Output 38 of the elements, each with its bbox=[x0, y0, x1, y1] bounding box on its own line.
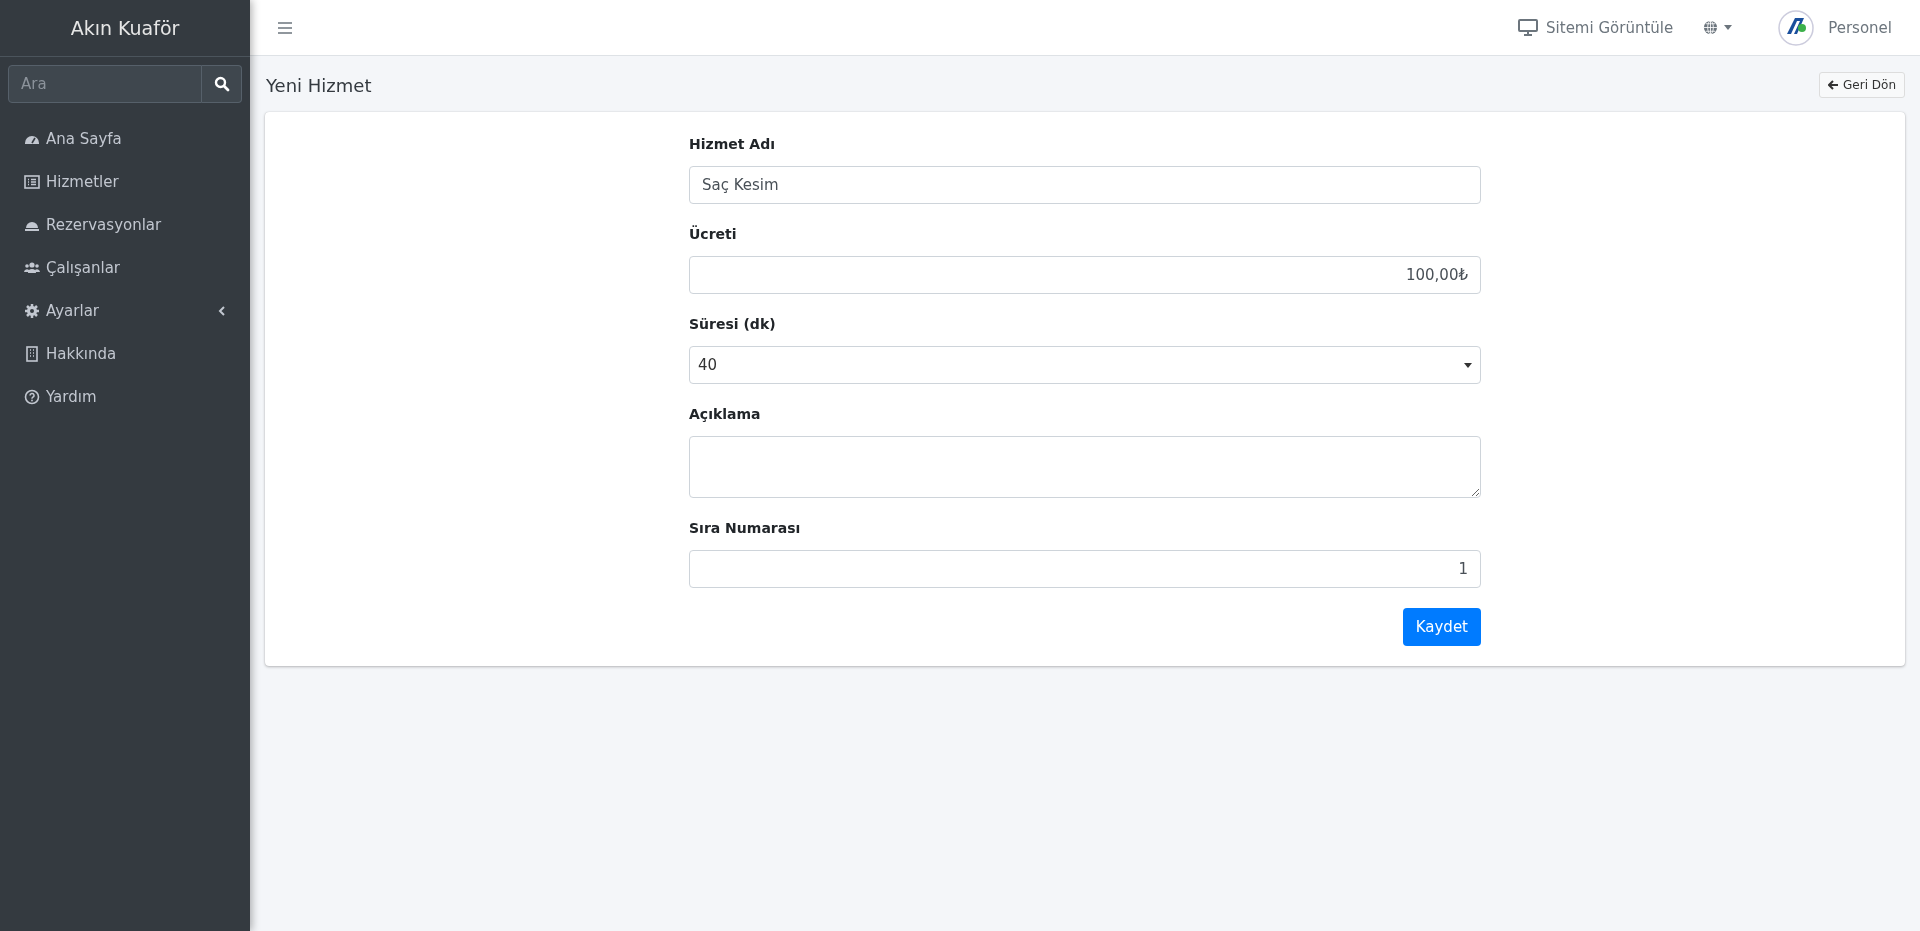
logo-avatar-icon bbox=[1778, 9, 1815, 46]
gear-icon bbox=[24, 302, 40, 319]
nav-item[interactable]: Yardım bbox=[8, 375, 242, 418]
nav-item[interactable]: Ana Sayfa bbox=[8, 117, 242, 160]
caret-icon bbox=[1724, 25, 1733, 30]
field-label: Hizmet Adı bbox=[689, 136, 776, 152]
search-field[interactable]: Ara bbox=[8, 65, 202, 103]
nav-item[interactable]: Ayarlar bbox=[8, 289, 242, 332]
building-icon bbox=[24, 345, 40, 362]
input-field[interactable]: 100,00₺ bbox=[689, 256, 1481, 294]
field-label: Süresi (dk) bbox=[689, 316, 777, 332]
field-label: Sıra Numarası bbox=[689, 520, 802, 536]
chevron-icon bbox=[218, 305, 226, 316]
field-label: Açıklama bbox=[689, 406, 762, 422]
input-field[interactable]: 1 bbox=[689, 550, 1481, 588]
textarea-field[interactable] bbox=[689, 436, 1481, 498]
users-icon bbox=[24, 259, 40, 276]
nav-item[interactable]: Hakkında bbox=[8, 332, 242, 375]
search-icon bbox=[213, 76, 230, 92]
arrow-left-icon bbox=[1828, 80, 1840, 90]
nav-item[interactable]: Hizmetler bbox=[8, 160, 242, 203]
input-field[interactable]: Saç Kesim bbox=[689, 166, 1481, 204]
save-button[interactable]: Kaydet bbox=[1402, 608, 1481, 646]
back-button[interactable]: Geri Dön bbox=[1819, 72, 1905, 98]
globe-icon bbox=[1703, 20, 1719, 35]
nav-item[interactable]: Rezervasyonlar bbox=[8, 203, 242, 246]
select-field[interactable]: 40 bbox=[689, 346, 1481, 384]
help-icon bbox=[24, 388, 40, 405]
user-menu[interactable]: Personel bbox=[1766, 9, 1904, 46]
caret-icon bbox=[1464, 362, 1472, 368]
menu-icon bbox=[278, 21, 292, 34]
nav-item[interactable]: Çalışanlar bbox=[8, 246, 242, 289]
view-site-link[interactable]: Sitemi Görüntüle bbox=[1506, 18, 1686, 37]
field-label: Ücreti bbox=[689, 226, 738, 242]
list-icon bbox=[24, 173, 40, 190]
page-title: Yeni Hizmet bbox=[266, 74, 372, 96]
monitor-icon bbox=[1518, 19, 1539, 36]
search-button[interactable] bbox=[202, 65, 242, 103]
